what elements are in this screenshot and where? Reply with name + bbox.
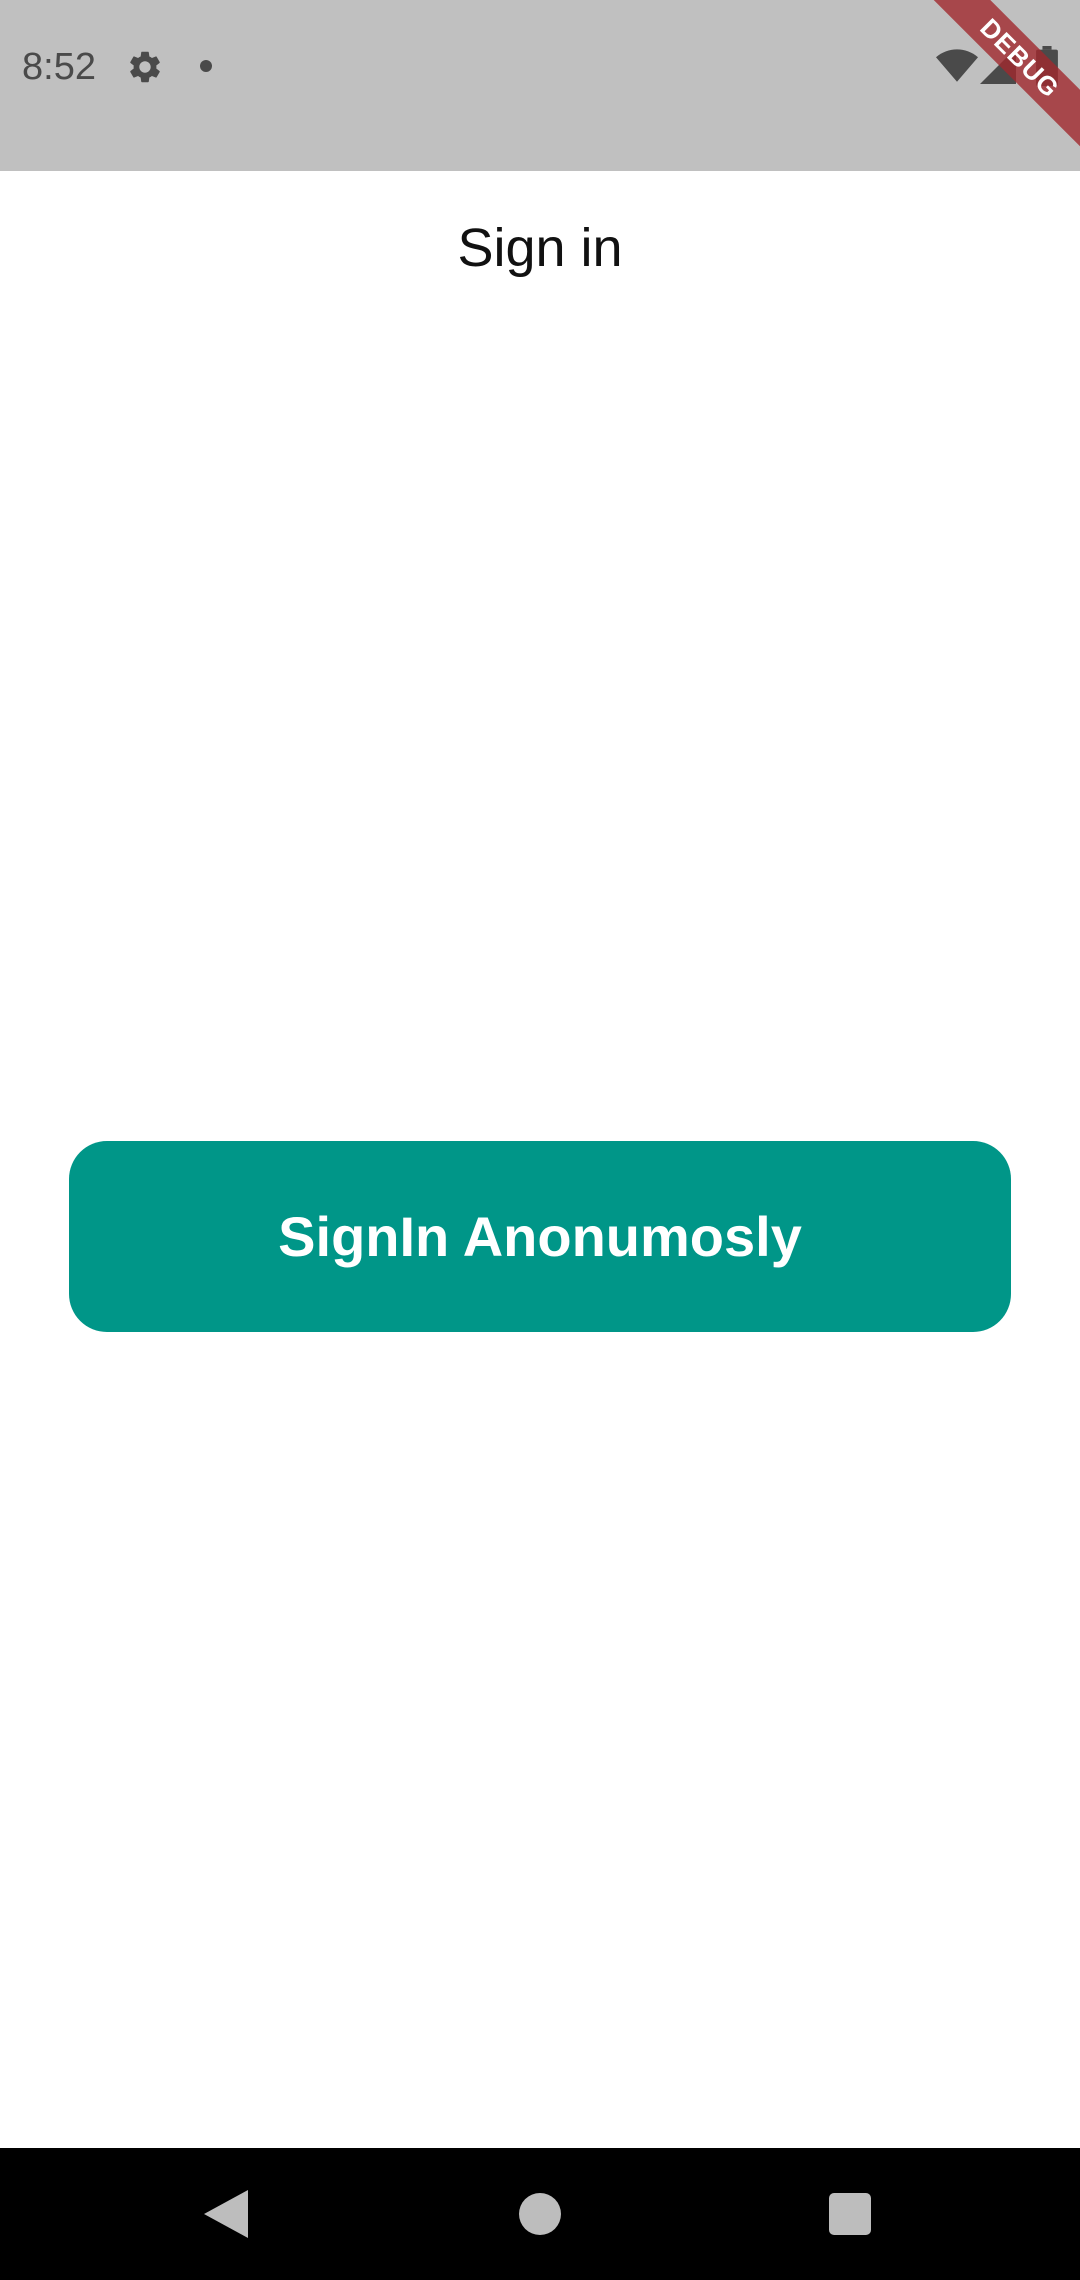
wifi-icon — [936, 49, 978, 82]
gear-icon — [130, 51, 160, 83]
screen: 8:52 DEBUG Sign in SignIn Anonumosly — [0, 0, 1080, 2280]
status-time: 8:52 — [22, 46, 96, 88]
notification-dot-icon — [200, 60, 212, 72]
signin-button-label: SignIn Anonumosly — [278, 1205, 802, 1268]
signin-anonymously-button[interactable]: SignIn Anonumosly — [69, 1141, 1011, 1332]
back-icon[interactable] — [204, 2190, 248, 2238]
battery-icon — [1036, 46, 1058, 86]
page-title: Sign in — [457, 218, 623, 278]
home-icon[interactable] — [519, 2193, 561, 2235]
status-bar: 8:52 — [0, 0, 1080, 171]
navigation-bar — [0, 2148, 1080, 2280]
app-bar: Sign in — [0, 171, 1080, 329]
recents-icon[interactable] — [829, 2193, 871, 2235]
cell-signal-icon — [980, 48, 1016, 84]
